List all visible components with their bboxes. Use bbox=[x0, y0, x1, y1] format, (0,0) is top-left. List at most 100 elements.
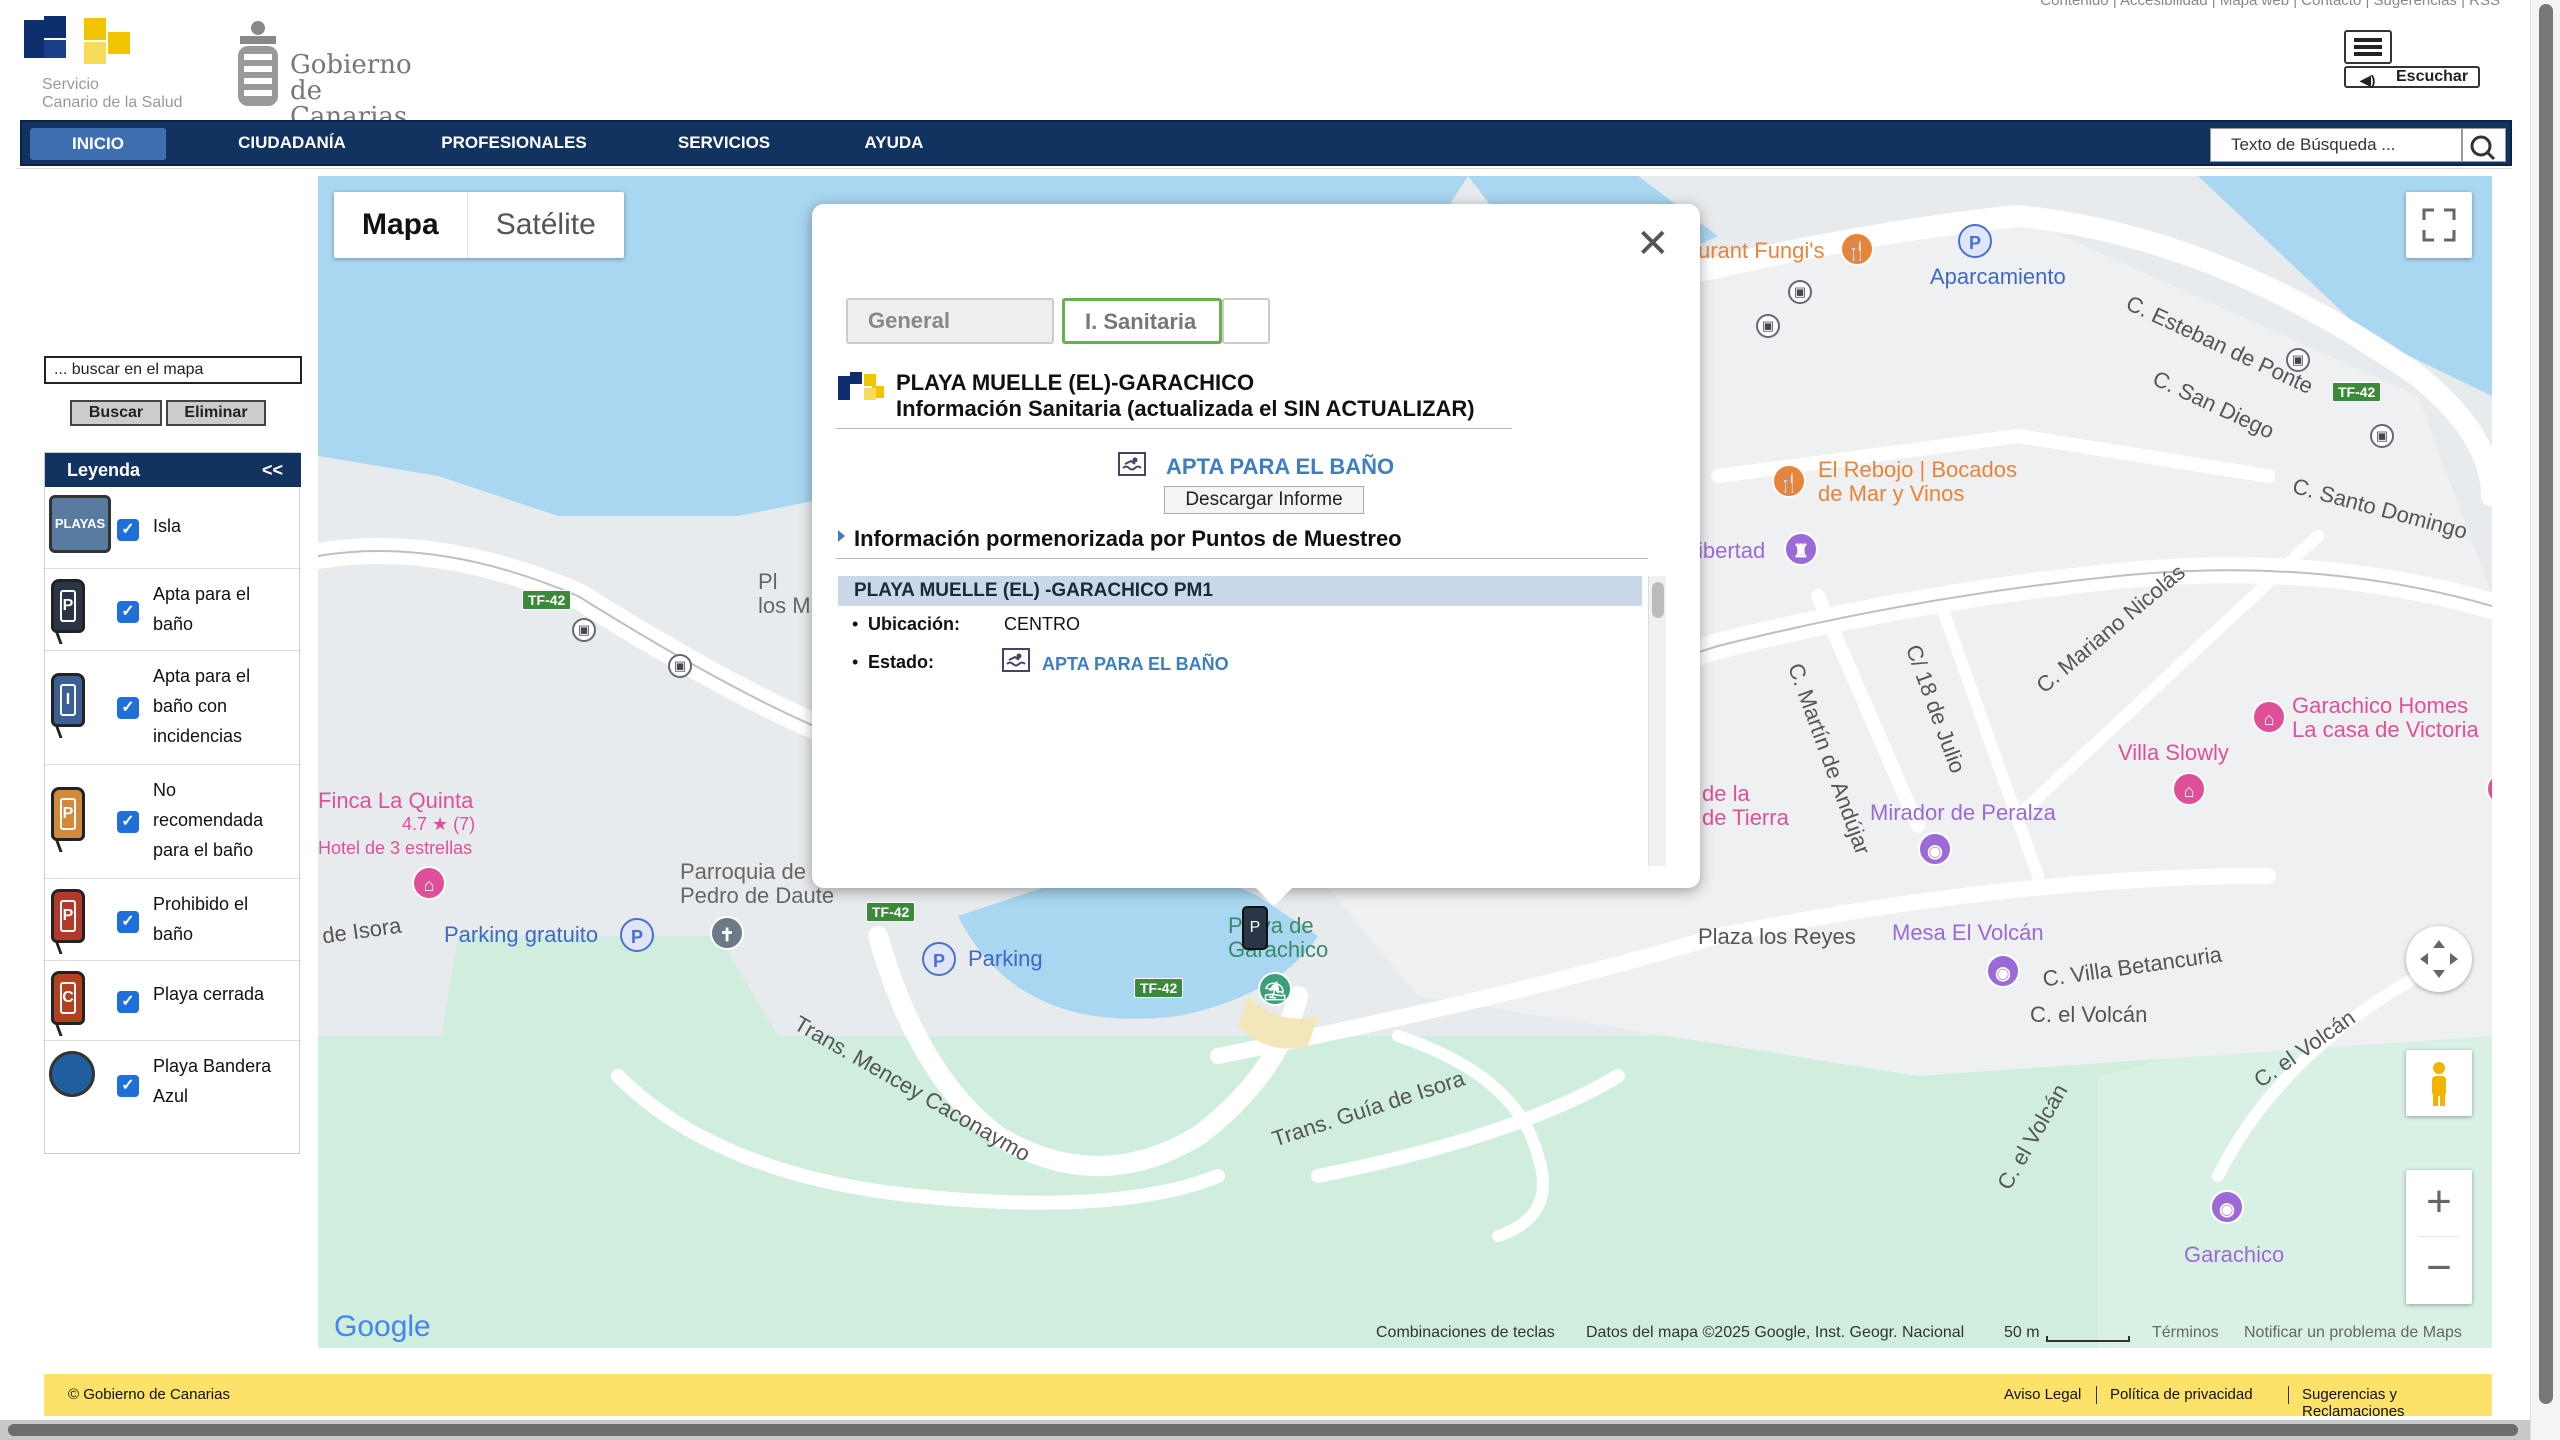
horizontal-scrollbar[interactable] bbox=[0, 1420, 2530, 1440]
legend-checkbox-prohibido[interactable]: ✓ bbox=[117, 911, 139, 933]
hotel-icon[interactable]: ⌂ bbox=[2252, 700, 2286, 734]
footer-link-privacidad[interactable]: Política de privacidad bbox=[2110, 1386, 2253, 1403]
beach-icon[interactable]: ⛱ bbox=[1258, 972, 1292, 1006]
hotel-icon[interactable]: ⌂ bbox=[2172, 772, 2206, 806]
close-icon[interactable]: ✕ bbox=[1636, 224, 1670, 264]
label-el-volcan-1: C. el Volcán bbox=[2030, 1002, 2148, 1027]
legend-checkbox-isla[interactable]: ✓ bbox=[117, 519, 139, 541]
buscar-button[interactable]: Buscar bbox=[70, 400, 162, 426]
gobierno-canarias-logo[interactable]: Gobierno de Canarias bbox=[232, 18, 432, 130]
top-links[interactable]: Contenido | Accesibilidad | Mapa web | C… bbox=[2040, 0, 2500, 9]
map-search-input[interactable]: ... buscar en el mapa bbox=[44, 356, 302, 384]
parking-icon[interactable]: P bbox=[620, 918, 654, 952]
label-aparcamiento[interactable]: Aparcamiento bbox=[1930, 264, 2066, 290]
tab-extra[interactable] bbox=[1222, 298, 1270, 344]
selected-beach-pin-icon[interactable]: P bbox=[1242, 906, 1268, 950]
expand-arrow-icon[interactable] bbox=[838, 530, 845, 542]
footer-link-sugerencias[interactable]: Sugerencias y Reclamaciones bbox=[2302, 1386, 2492, 1420]
legend-checkbox-cerrada[interactable]: ✓ bbox=[117, 991, 139, 1013]
report-problem-link[interactable]: Notificar un problema de Maps bbox=[2244, 1324, 2462, 1342]
road-badge-tf42-d: TF-42 bbox=[2332, 382, 2382, 402]
label-mirador-peralza[interactable]: Mirador de Peralza bbox=[1870, 800, 2056, 826]
escuchar-button[interactable]: ◀) Escuchar bbox=[2344, 66, 2480, 88]
fullscreen-button[interactable] bbox=[2406, 192, 2472, 258]
popup-scrollbar[interactable] bbox=[1648, 576, 1666, 866]
speaker-icon: ◀) bbox=[2360, 72, 2376, 88]
label-garachico-homes[interactable]: Garachico Homes La casa de Victoria bbox=[2292, 694, 2479, 742]
street-view-pegman-button[interactable] bbox=[2406, 1050, 2472, 1116]
legend-checkbox-no-recomendada[interactable]: ✓ bbox=[117, 811, 139, 833]
swimmer-status-icon bbox=[1002, 648, 1030, 672]
site-search-button[interactable] bbox=[2462, 128, 2506, 162]
bus-stop-icon[interactable]: ▣ bbox=[668, 654, 692, 678]
legend-collapse-button[interactable]: << bbox=[262, 460, 283, 481]
bus-stop-icon[interactable]: ▣ bbox=[572, 618, 596, 642]
viewpoint-icon[interactable]: ◉ bbox=[1918, 832, 1952, 866]
parking-icon[interactable]: P bbox=[1958, 224, 1992, 258]
site-search-input[interactable]: Texto de Búsqueda ... bbox=[2210, 128, 2462, 162]
label-de-la-tierra[interactable]: de la de Tierra bbox=[1702, 782, 1789, 830]
legend-item-no-recomendada[interactable]: P ✓ No recomendada para el baño bbox=[45, 767, 301, 879]
zoom-control: + − bbox=[2406, 1170, 2472, 1304]
restaurant-icon[interactable]: 🍴 bbox=[1772, 464, 1806, 498]
nav-servicios[interactable]: SERVICIOS bbox=[642, 122, 806, 164]
scs-logo[interactable]: Servicio Canario de la Salud bbox=[24, 16, 204, 112]
legend-item-apta[interactable]: P ✓ Apta para el baño bbox=[45, 571, 301, 651]
label-plaza-reyes[interactable]: Plaza los Reyes bbox=[1698, 924, 1856, 950]
pin-apta-icon: P bbox=[51, 579, 85, 633]
legend-checkbox-incidencias[interactable]: ✓ bbox=[117, 697, 139, 719]
label-finca-quinta[interactable]: Finca La Quinta bbox=[318, 788, 473, 814]
label-el-rebojo[interactable]: El Rebojo | Bocados de Mar y Vinos bbox=[1818, 458, 2017, 506]
bus-stop-icon[interactable]: ▣ bbox=[2370, 424, 2394, 448]
bus-stop-icon[interactable]: ▣ bbox=[1756, 314, 1780, 338]
nav-inicio[interactable]: INICIO bbox=[30, 128, 166, 160]
eliminar-button[interactable]: Eliminar bbox=[166, 400, 266, 426]
map-scale-label[interactable]: 50 m bbox=[2004, 1324, 2040, 1342]
nav-ciudadania[interactable]: CIUDADANÍA bbox=[202, 122, 382, 164]
church-icon[interactable]: ✝ bbox=[710, 916, 744, 950]
legend-label-prohibido: Prohibido el baño bbox=[153, 894, 249, 944]
camera-control-button[interactable] bbox=[2406, 926, 2472, 992]
parking-icon[interactable]: P bbox=[922, 942, 956, 976]
sampling-points-section-title[interactable]: Información pormenorizada por Puntos de … bbox=[854, 526, 1402, 552]
label-garachico[interactable]: Garachico bbox=[2184, 1242, 2284, 1268]
nav-ayuda[interactable]: AYUDA bbox=[824, 122, 964, 164]
label-libertad[interactable]: ibertad bbox=[1698, 538, 1765, 564]
label-restaurant-fungi[interactable]: urant Fungi's bbox=[1698, 238, 1825, 264]
label-parking[interactable]: Parking bbox=[968, 946, 1043, 972]
viewpoint-icon[interactable]: ◉ bbox=[2210, 1190, 2244, 1224]
ubicacion-value: CENTRO bbox=[1004, 614, 1080, 634]
legend-checkbox-bandera-azul[interactable]: ✓ bbox=[117, 1075, 139, 1097]
map-type-satelite-button[interactable]: Satélite bbox=[466, 192, 624, 258]
legend-item-incidencias[interactable]: I ✓ Apta para el baño con incidencias bbox=[45, 653, 301, 765]
viewpoint-icon[interactable]: ◉ bbox=[1986, 954, 2020, 988]
label-mesa-volcan[interactable]: Mesa El Volcán bbox=[1892, 920, 2044, 946]
bus-stop-icon[interactable]: ▣ bbox=[1788, 280, 1812, 304]
google-logo[interactable] bbox=[334, 1304, 434, 1340]
legend-item-bandera-azul[interactable]: ✓ Playa Bandera Azul bbox=[45, 1043, 301, 1135]
download-report-button[interactable]: Descargar Informe bbox=[1164, 486, 1364, 514]
map-canvas[interactable]: Google TF-42 TF-42 TF-42 TF-42 ▣ ▣ ▣ ▣ ▣… bbox=[318, 176, 2492, 1348]
footer-link-aviso-legal[interactable]: Aviso Legal bbox=[2004, 1386, 2081, 1403]
terms-link[interactable]: Términos bbox=[2152, 1324, 2219, 1342]
keyboard-shortcuts-link[interactable]: Combinaciones de teclas bbox=[1376, 1324, 1555, 1342]
vertical-scrollbar[interactable] bbox=[2530, 0, 2560, 1440]
label-parroquia[interactable]: Parroquia de Pedro de Daute bbox=[680, 860, 834, 908]
zoom-in-button[interactable]: + bbox=[2406, 1170, 2472, 1236]
fullscreen-icon bbox=[2422, 208, 2456, 242]
hamburger-menu-button[interactable] bbox=[2344, 30, 2392, 64]
legend-item-cerrada[interactable]: C ✓ Playa cerrada bbox=[45, 963, 301, 1041]
label-villa-slowly[interactable]: Villa Slowly bbox=[2118, 740, 2229, 766]
nav-profesionales[interactable]: PROFESIONALES bbox=[404, 122, 624, 164]
zoom-out-button[interactable]: − bbox=[2406, 1238, 2472, 1304]
legend-item-isla[interactable]: PLAYAS ✓ Isla bbox=[45, 489, 301, 569]
tab-sanitaria[interactable]: I. Sanitaria bbox=[1062, 298, 1222, 344]
hotel-icon[interactable]: ⌂ bbox=[412, 866, 446, 900]
monument-icon[interactable]: ♜ bbox=[1784, 532, 1818, 566]
legend-item-prohibido[interactable]: P ✓ Prohibido el baño bbox=[45, 881, 301, 961]
map-type-mapa-button[interactable]: Mapa bbox=[334, 192, 467, 258]
label-parking-gratuito[interactable]: Parking gratuito bbox=[444, 922, 598, 948]
restaurant-icon[interactable]: 🍴 bbox=[1840, 232, 1874, 266]
tab-general[interactable]: General bbox=[846, 298, 1054, 344]
legend-checkbox-apta[interactable]: ✓ bbox=[117, 601, 139, 623]
